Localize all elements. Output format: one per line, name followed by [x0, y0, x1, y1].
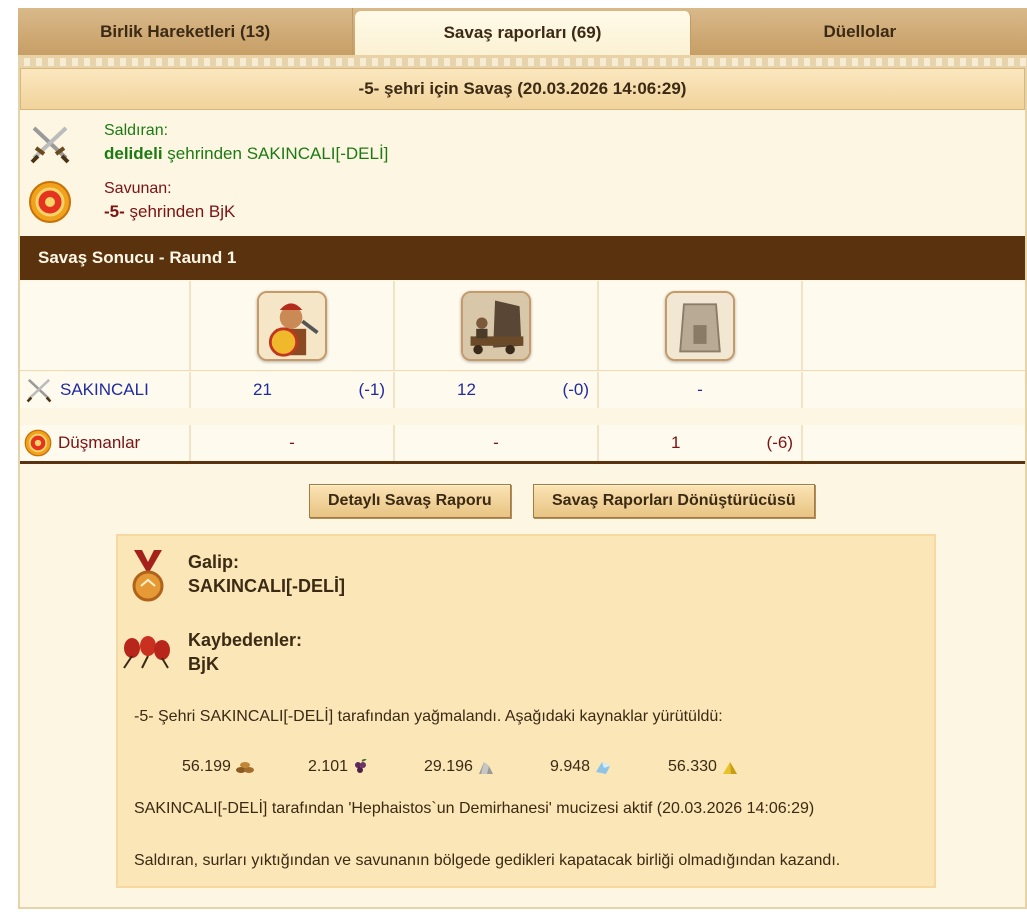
defender-city-link[interactable]: -5-: [104, 202, 125, 221]
defender-label: Savunan:: [104, 180, 172, 197]
attacker-origin: delideli şehrinden SAKINCALI[-DELİ]: [104, 144, 389, 163]
resource-crystal: 9.948: [550, 758, 612, 776]
defender-origin: -5- şehrinden BjK: [104, 202, 236, 221]
ram-count: 12: [457, 380, 476, 399]
battle-summary: Galip: SAKINCALI[-DELİ] Kaybedenler: BjK…: [116, 534, 936, 888]
defender-name: Düşmanlar: [58, 433, 141, 452]
hoplite-unit-icon[interactable]: [257, 290, 327, 361]
battle-result-header: Savaş Sonucu - Raund 1: [20, 236, 1025, 280]
wood-icon: [235, 762, 254, 773]
defender-unit-row: Düşmanlar - - 1 (-6): [20, 425, 1025, 461]
winner-name: SAKINCALI[-DELİ]: [188, 576, 345, 596]
ram-count: -: [493, 433, 499, 452]
tab-duels[interactable]: Düellolar: [693, 8, 1027, 55]
shield-icon: [29, 181, 71, 223]
resource-wine: 2.101: [308, 758, 370, 776]
hoplite-count: 21: [253, 380, 272, 399]
unit-header-row: [20, 281, 1025, 371]
report-title: -5- şehri için Savaş (20.03.2026 14:06:2…: [20, 68, 1025, 110]
divider: [20, 461, 1025, 464]
wall-value: -: [697, 380, 703, 399]
attacker-city-link[interactable]: delideli: [104, 144, 163, 163]
shield-icon: [24, 429, 52, 457]
resource-marble: 29.196: [424, 758, 495, 776]
ram-loss: (-0): [562, 380, 589, 399]
medal-icon: [132, 550, 164, 602]
tab-combat-reports[interactable]: Savaş raporları (69): [355, 11, 691, 55]
wall-loss: (-6): [766, 433, 793, 452]
crossed-swords-icon: [30, 126, 70, 164]
marble-icon: [478, 762, 493, 774]
wine-icon: [355, 759, 367, 773]
attacker-info: Saldıran: delideli şehrinden SAKINCALI[-…: [20, 116, 1025, 172]
decorative-border: [18, 58, 1027, 66]
loser-name: BjK: [188, 654, 219, 674]
winner-label: Galip:: [188, 552, 240, 572]
hoplite-count: -: [289, 433, 295, 452]
ram-unit-icon[interactable]: [461, 290, 531, 361]
wall-icon[interactable]: [665, 290, 735, 361]
resource-sulfur: 56.330: [668, 758, 739, 776]
crossed-swords-icon: [26, 378, 52, 403]
victory-reason-text: Saldıran, surları yıktığından ve savunan…: [134, 852, 841, 869]
combat-report-panel: -5- şehri için Savaş (20.03.2026 14:06:2…: [18, 66, 1027, 909]
wonder-text: SAKINCALI[-DELİ] tarafından 'Hephaistos`…: [134, 800, 815, 817]
losers-label: Kaybedenler:: [188, 630, 303, 650]
fallen-soldiers-icon: [123, 636, 170, 669]
attacker-label: Saldıran:: [104, 122, 169, 139]
attacker-unit-row: SAKINCALI 21 (-1) 12 (-0) -: [20, 372, 1025, 408]
crystal-icon: [596, 762, 611, 774]
attacker-name[interactable]: SAKINCALI: [60, 380, 149, 400]
tab-troop-movements[interactable]: Birlik Hareketleri (13): [18, 8, 354, 55]
report-converter-button[interactable]: Savaş Raporları Dönüştürücüsü: [533, 484, 815, 518]
tab-bar: Birlik Hareketleri (13) Savaş raporları …: [18, 8, 1027, 58]
wall-level: 1: [671, 433, 681, 452]
defender-info: Savunan: -5- şehrinden BjK: [20, 174, 1025, 230]
hoplite-loss: (-1): [358, 380, 385, 399]
plunder-text: -5- Şehri SAKINCALI[-DELİ] tarafından ya…: [134, 708, 723, 725]
resource-wood: 56.199: [182, 758, 255, 776]
detailed-report-button[interactable]: Detaylı Savaş Raporu: [309, 484, 511, 518]
sulfur-icon: [722, 762, 737, 774]
